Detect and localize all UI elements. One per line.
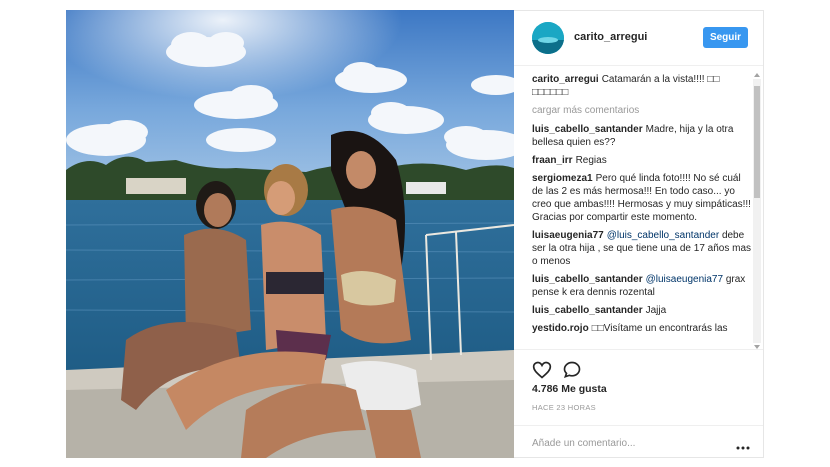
comment-item: luisaeugenia77 @luis_cabello_santander de… <box>532 229 754 268</box>
comment-text: Jajja <box>645 305 667 316</box>
likes-count[interactable]: 4.786 Me gusta <box>532 383 607 395</box>
scroll-thumb[interactable] <box>754 86 760 198</box>
comment-author[interactable]: luisaeugenia77 <box>532 230 604 241</box>
comment-item: yestido.rojo □□Visítame un encontrarás la… <box>532 322 754 335</box>
more-options-icon[interactable] <box>736 438 750 450</box>
post-panel: carito_arregui Seguir carito_arregui Cata… <box>514 10 764 458</box>
comment-mention[interactable]: @luis_cabello_santander <box>607 230 719 241</box>
comment-icon[interactable] <box>562 360 582 380</box>
comment-text: □□Visítame un encontrarás las <box>591 323 728 334</box>
post-header: carito_arregui Seguir <box>514 11 763 66</box>
comment-item: fraan_irr Regias <box>532 154 754 167</box>
comment-item: sergiomeza1 Pero qué linda foto!!!! No sé… <box>532 172 754 224</box>
comment-author[interactable]: fraan_irr <box>532 155 573 166</box>
follow-button[interactable]: Seguir <box>703 27 748 48</box>
comment-mention[interactable]: @luisaeugenia77 <box>646 274 723 285</box>
username-link[interactable]: carito_arregui <box>574 31 647 43</box>
comment-item: luis_cabello_santander Jajja <box>532 304 754 317</box>
post-actions <box>514 349 763 379</box>
post-timestamp: HACE 23 HORAS <box>532 403 596 412</box>
comment-item: luis_cabello_santander Madre, hija y la o… <box>532 123 754 149</box>
comment-item: luis_cabello_santander @luisaeugenia77 gr… <box>532 273 754 299</box>
avatar-image <box>532 22 564 54</box>
comment-author[interactable]: sergiomeza1 <box>532 173 593 184</box>
comment-author[interactable]: luis_cabello_santander <box>532 124 643 135</box>
photo-image <box>66 10 514 458</box>
caption: carito_arregui Catamarán a la vista!!!! □… <box>532 73 754 99</box>
comments-list[interactable]: carito_arregui Catamarán a la vista!!!! □… <box>532 73 754 349</box>
comment-input[interactable] <box>532 435 722 451</box>
comments-scrollbar[interactable] <box>753 73 761 349</box>
post-photo[interactable] <box>66 10 514 458</box>
comment-author[interactable]: luis_cabello_santander <box>532 274 643 285</box>
load-more-comments-link[interactable]: cargar más comentarios <box>532 104 754 117</box>
heart-icon[interactable] <box>532 360 552 380</box>
comment-author[interactable]: yestido.rojo <box>532 323 589 334</box>
comment-author[interactable]: luis_cabello_santander <box>532 305 643 316</box>
avatar[interactable] <box>532 22 564 54</box>
scroll-up-arrow-icon[interactable] <box>754 73 760 77</box>
add-comment-section <box>514 425 763 459</box>
caption-author[interactable]: carito_arregui <box>532 74 599 85</box>
comment-text: Regias <box>575 155 607 166</box>
